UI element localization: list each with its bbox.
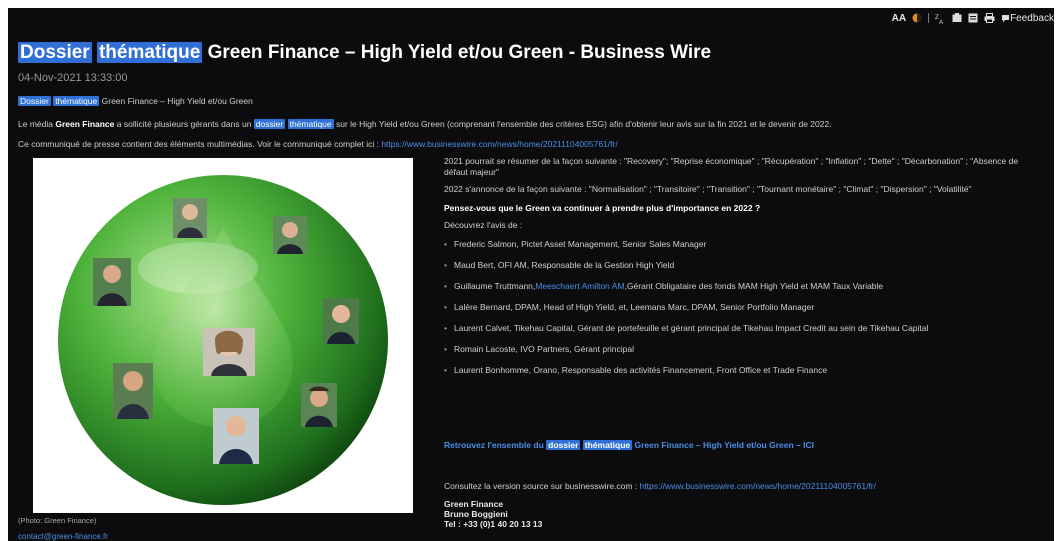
source-link[interactable]: https://www.businesswire.com/news/home/2… xyxy=(640,481,876,491)
article-title: Dossier thématique Green Finance – High … xyxy=(18,42,711,64)
toolbar-divider xyxy=(928,13,930,23)
feedback-button[interactable]: Feedback xyxy=(1001,13,1054,24)
article-image[interactable] xyxy=(33,158,413,513)
press-release-link[interactable]: https://www.businesswire.com/news/home/2… xyxy=(381,139,617,149)
list-item: Laurent Calvet, Tikehau Capital, Gérant … xyxy=(444,323,1044,344)
list-item: Laurent Bonhomme, Orano, Responsable des… xyxy=(444,365,1044,386)
paragraph-2022: 2022 s'annonce de la façon suivante : "N… xyxy=(444,184,972,194)
meeschaert-link[interactable]: Meeschaert Amilton AM xyxy=(535,281,624,291)
translate-icon[interactable]: ZA xyxy=(935,13,946,24)
text-size-button[interactable]: AA xyxy=(892,13,906,24)
save-icon[interactable] xyxy=(952,13,962,23)
green-sphere-image xyxy=(58,175,388,505)
title-highlight-2: thématique xyxy=(96,42,203,63)
more-text-a: Retrouvez l'ensemble du xyxy=(444,440,547,450)
question-heading: Pensez-vous que le Green va continuer à … xyxy=(444,203,761,213)
source-text: Consultez la version source sur business… xyxy=(444,481,640,491)
more-highlight-1: dossier xyxy=(546,440,581,450)
intro-text-c: sur le High Yield et/ou Green (comprenan… xyxy=(333,119,832,129)
multimedia-notice: Ce communiqué de presse contient des élé… xyxy=(18,139,618,149)
list-item: Frederic Salmon, Pictet Asset Management… xyxy=(444,239,1044,260)
subtitle-highlight-2: thématique xyxy=(53,96,100,106)
full-dossier-link[interactable]: Retrouvez l'ensemble du dossier thématiq… xyxy=(444,440,814,450)
subtitle-text: Green Finance – High Yield et/ou Green xyxy=(101,96,253,106)
article-date: 04-Nov-2021 13:33:00 xyxy=(18,72,128,84)
discover-label: Découvrez l'avis de : xyxy=(444,220,523,230)
source-line: Consultez la version source sur business… xyxy=(444,481,876,491)
contact-tel: Tel : +33 (0)1 40 20 13 13 xyxy=(444,519,543,529)
reader-icon[interactable] xyxy=(968,13,978,23)
intro-text-b: a sollicité plusieurs gérants dans un xyxy=(114,119,254,129)
article-body: 2021 pourrait se résumer de la façon sui… xyxy=(444,156,1044,386)
reader-view: AA ZA Feedback Dossier thématique Green … xyxy=(8,8,1054,541)
person-text: Guillaume Truttmann, xyxy=(454,281,536,291)
reader-toolbar: AA ZA Feedback xyxy=(892,10,1054,26)
paragraph-2021: 2021 pourrait se résumer de la façon sui… xyxy=(444,156,1019,177)
feedback-icon xyxy=(1002,14,1010,22)
contact-email-link[interactable]: contact@green-finance.fr xyxy=(18,532,108,541)
experts-list: Frederic Salmon, Pictet Asset Management… xyxy=(444,239,1044,386)
contact-block: Green Finance Bruno Boggieni Tel : +33 (… xyxy=(444,499,542,529)
contact-org: Green Finance xyxy=(444,499,504,509)
list-item: Lalère Bernard, DPAM, Head of High Yield… xyxy=(444,302,1044,323)
list-item: Guillaume Truttmann,Meeschaert Amilton A… xyxy=(444,281,1044,302)
intro-highlight-1: dossier xyxy=(253,119,286,129)
contact-person: Bruno Boggieni xyxy=(444,509,508,519)
title-highlight-1: Dossier xyxy=(18,42,92,63)
intro-bold: Green Finance xyxy=(55,119,115,129)
print-icon[interactable] xyxy=(984,13,995,23)
title-text: Green Finance – High Yield et/ou Green -… xyxy=(207,42,712,63)
article-subtitle: Dossier thématique Green Finance – High … xyxy=(18,96,253,106)
list-item: Maud Bert, OFI AM, Responsable de la Ges… xyxy=(444,260,1044,281)
intro-text-a: Le média xyxy=(18,119,56,129)
subtitle-highlight-1: Dossier xyxy=(18,96,51,106)
more-highlight-2: thématique xyxy=(582,440,633,450)
more-text-b: Green Finance – High Yield et/ou Green –… xyxy=(632,440,815,450)
image-caption: (Photo: Green Finance) xyxy=(18,516,97,525)
notice-text: Ce communiqué de presse contient des élé… xyxy=(18,139,382,149)
intro-paragraph: Le média Green Finance a sollicité plusi… xyxy=(18,119,832,129)
contrast-icon[interactable] xyxy=(912,13,922,23)
list-item: Romain Lacoste, IVO Partners, Gérant pri… xyxy=(444,344,1044,365)
intro-highlight-2: thématique xyxy=(287,119,334,129)
feedback-label: Feedback xyxy=(1010,12,1054,24)
svg-text:A: A xyxy=(939,20,943,24)
person-role: ,Gérant Obligataire des fonds MAM High Y… xyxy=(624,281,884,291)
